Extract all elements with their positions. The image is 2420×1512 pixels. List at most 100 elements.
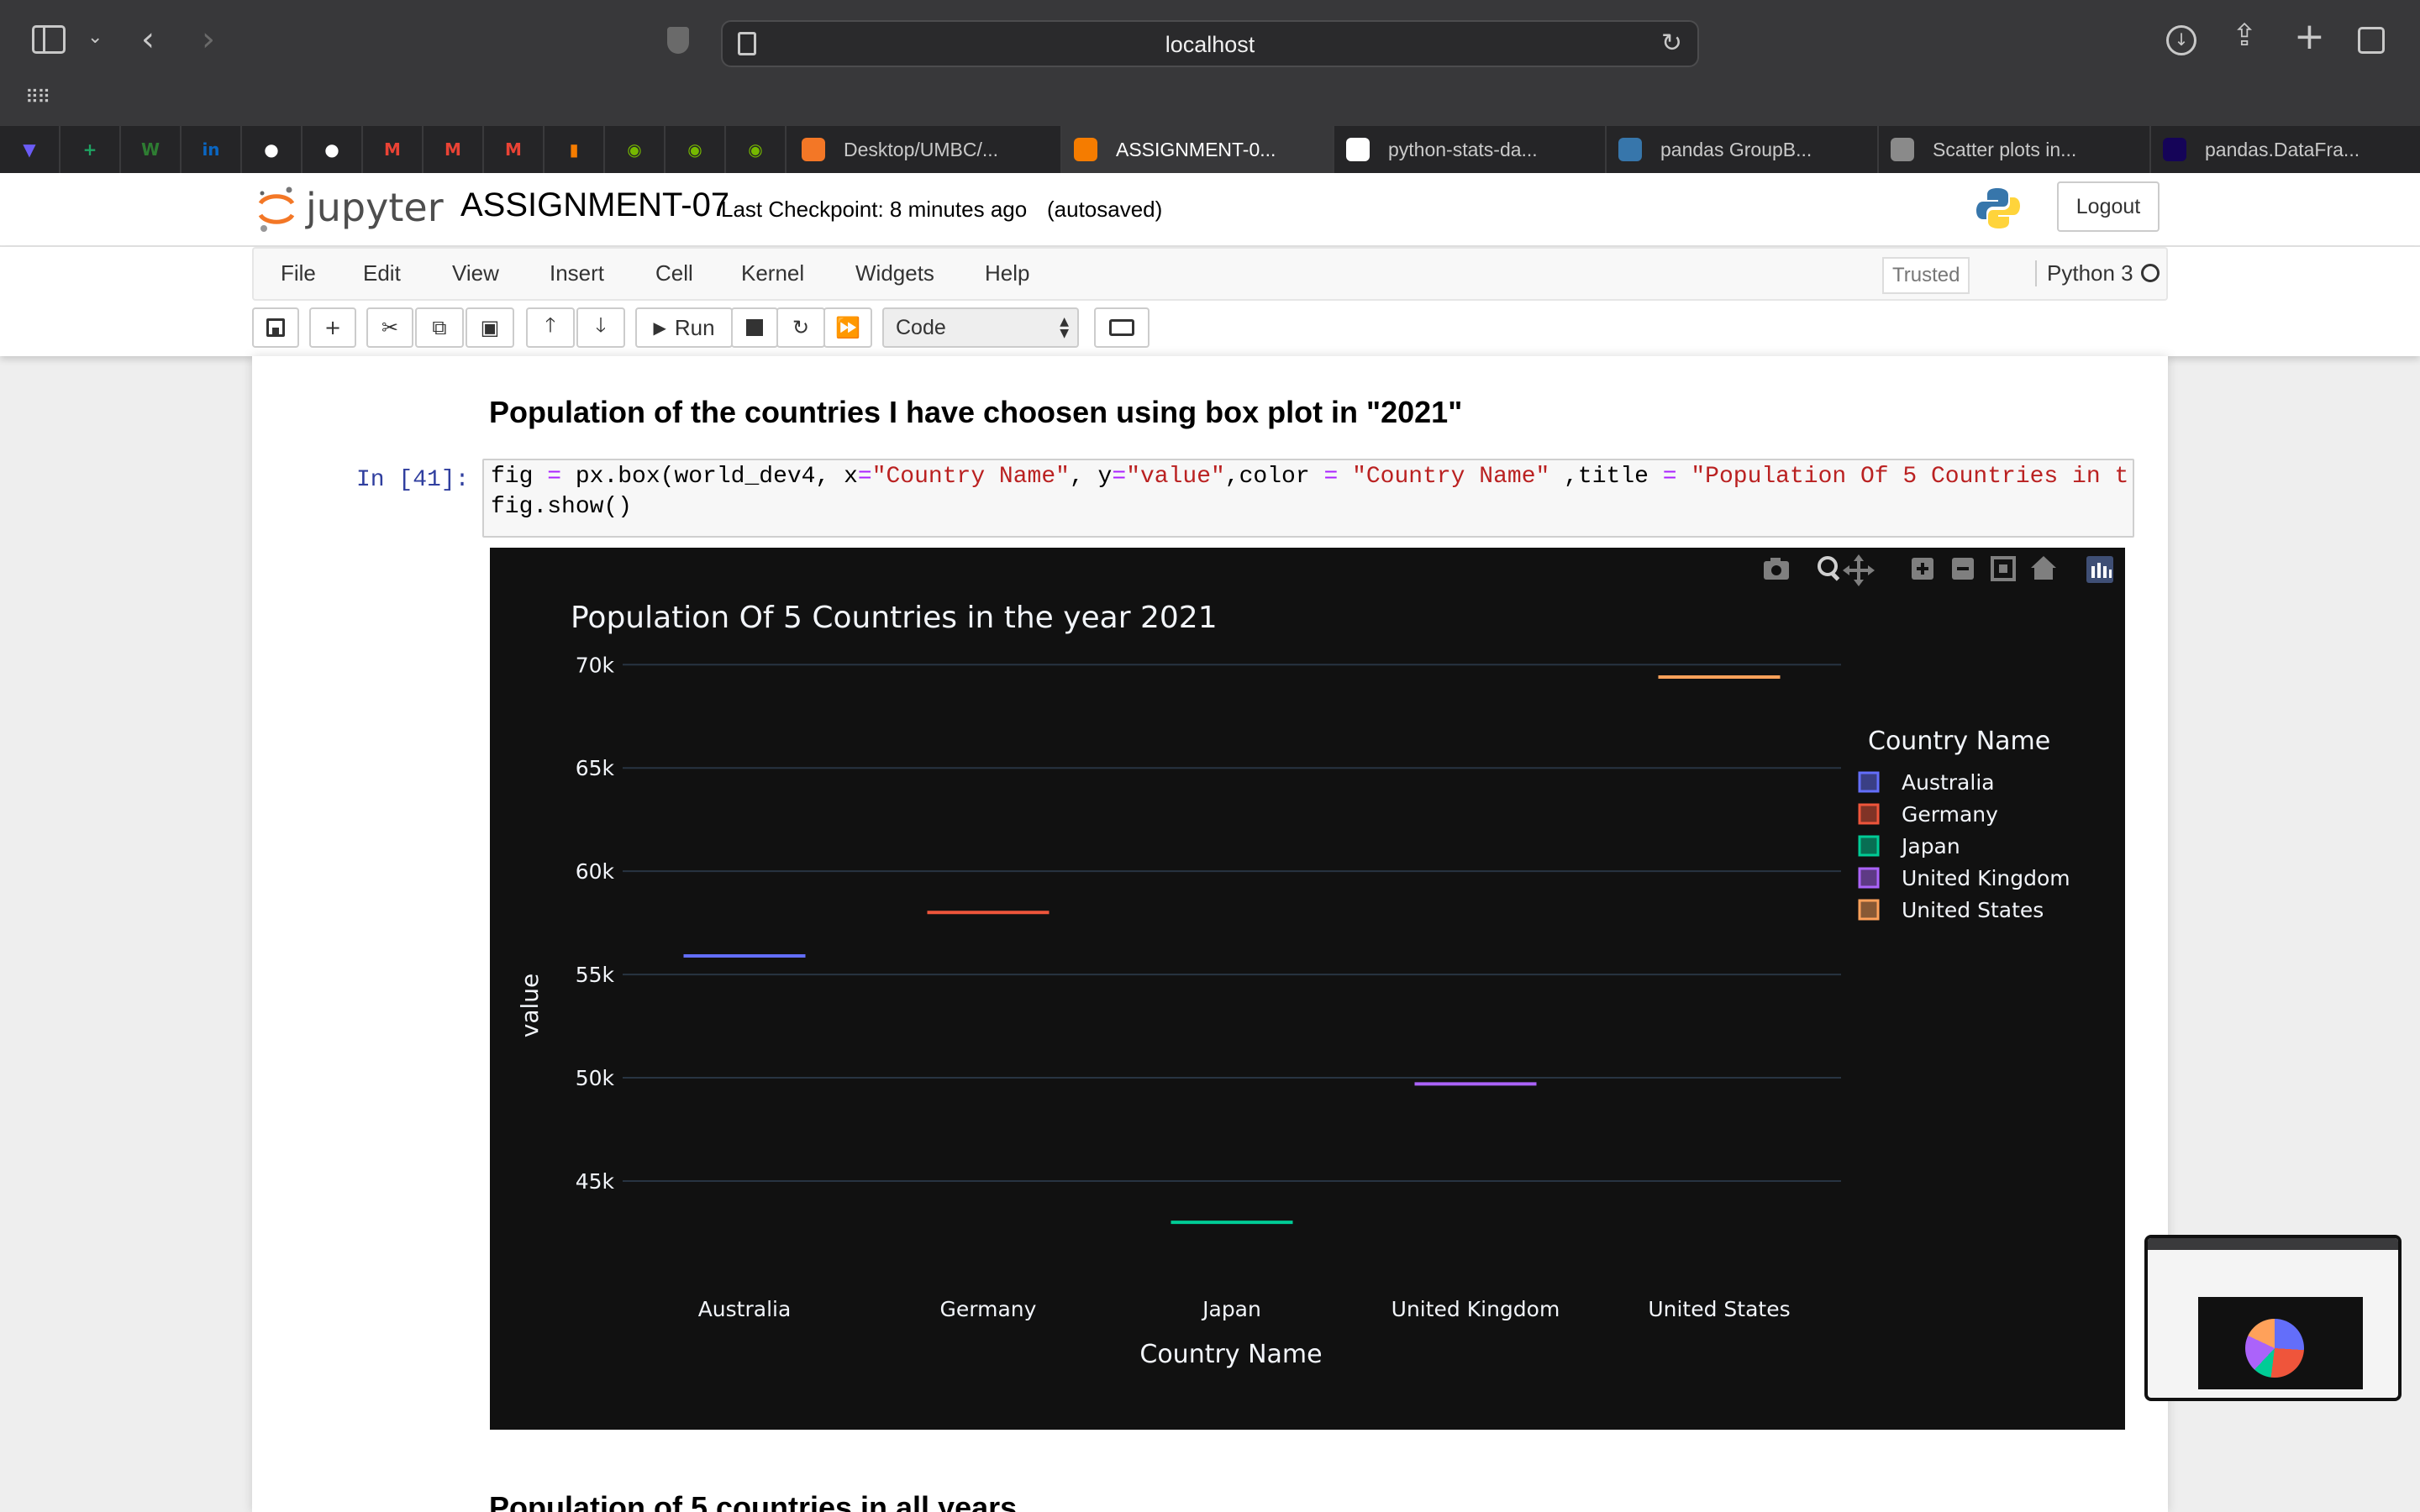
legend-label: Japan bbox=[1900, 834, 1960, 858]
code-line-2[interactable]: fig.show() bbox=[491, 494, 632, 520]
share-icon[interactable]: ⇪ bbox=[2232, 18, 2257, 53]
sidebar-toggle-icon[interactable] bbox=[32, 25, 66, 54]
browser-tab[interactable]: python-stats-da... bbox=[1334, 126, 1607, 173]
legend-item[interactable]: Australia bbox=[1858, 770, 1995, 795]
back-icon[interactable]: ‹ bbox=[141, 20, 155, 59]
legend-item[interactable]: United Kingdom bbox=[1858, 866, 2070, 890]
restart-button[interactable]: ↻ bbox=[776, 307, 825, 348]
nvidia-icon: ◉ bbox=[748, 139, 763, 160]
fast-forward-icon: ⏩ bbox=[835, 316, 860, 339]
notebook-title[interactable]: ASSIGNMENT-07 bbox=[460, 186, 729, 224]
chart-legend[interactable]: Country Name Australia Germany Japan United… bbox=[1858, 727, 2070, 922]
pinned-tab[interactable]: W bbox=[121, 126, 182, 173]
grid-icon[interactable]: ⠿⠿ bbox=[25, 87, 50, 108]
menu-view[interactable]: View bbox=[452, 260, 499, 286]
autoscale-icon[interactable] bbox=[1991, 556, 2016, 581]
autosave-status: (autosaved) bbox=[1047, 197, 1163, 222]
box-series[interactable] bbox=[683, 675, 1781, 1225]
command-palette-button[interactable] bbox=[1094, 307, 1150, 348]
box-plot-chart[interactable]: Population Of 5 Countries in the year 20… bbox=[490, 548, 2125, 1430]
code-line-1[interactable]: fig = px.box(world_dev4, x="Country Name… bbox=[491, 464, 2128, 490]
pinned-tab[interactable]: ▼ bbox=[0, 126, 60, 173]
menu-file[interactable]: File bbox=[281, 260, 316, 286]
pinned-tab[interactable]: ● bbox=[302, 126, 363, 173]
menu-help[interactable]: Help bbox=[985, 260, 1029, 286]
interrupt-button[interactable] bbox=[731, 307, 778, 348]
x-axis-title: Country Name bbox=[1139, 1340, 1322, 1369]
reload-icon[interactable]: ↻ bbox=[1661, 29, 1682, 58]
chart-title: Population Of 5 Countries in the year 20… bbox=[571, 601, 1218, 635]
zoom-icon[interactable] bbox=[1818, 556, 1840, 581]
w-icon: W bbox=[140, 139, 160, 160]
trusted-badge[interactable]: Trusted bbox=[1882, 257, 1970, 294]
next-markdown-heading: Population of 5 countries in all years bbox=[489, 1490, 1018, 1512]
shield-icon[interactable] bbox=[667, 27, 689, 54]
run-button[interactable]: ▶ Run bbox=[635, 307, 733, 348]
gmail-icon: M bbox=[445, 139, 461, 160]
plot-modebar bbox=[1764, 554, 2113, 586]
browser-tab[interactable]: pandas.DataFra... bbox=[2151, 126, 2420, 173]
tab-overview-icon[interactable] bbox=[2358, 27, 2385, 54]
move-up-button[interactable]: 🡑 bbox=[526, 307, 575, 348]
cut-button[interactable]: ✂ bbox=[366, 307, 413, 348]
menubar: File Edit View Insert Cell Kernel Widget… bbox=[252, 247, 2168, 301]
legend-item[interactable]: Japan bbox=[1858, 834, 1960, 858]
browser-tab[interactable]: Desktop/UMBC/... bbox=[790, 126, 1062, 173]
pip-preview-window[interactable] bbox=[2144, 1235, 2402, 1401]
pinned-tab[interactable]: M bbox=[484, 126, 544, 173]
pinned-tab[interactable]: M bbox=[363, 126, 424, 173]
plotly-figure[interactable]: Population Of 5 Countries in the year 20… bbox=[490, 548, 2125, 1430]
pinned-tab[interactable]: ▮ bbox=[544, 126, 605, 173]
legend-label: United Kingdom bbox=[1902, 866, 2070, 890]
plus-icon: + bbox=[324, 316, 342, 339]
insert-cell-button[interactable]: + bbox=[309, 307, 356, 348]
jupyter-logo-icon[interactable] bbox=[257, 185, 296, 234]
menu-insert[interactable]: Insert bbox=[550, 260, 604, 286]
restart-run-all-button[interactable]: ⏩ bbox=[823, 307, 872, 348]
address-bar[interactable]: localhost ↻ bbox=[721, 20, 1699, 67]
pinned-tab[interactable]: ◉ bbox=[605, 126, 666, 173]
plotly-logo-icon[interactable] bbox=[2086, 556, 2113, 583]
save-button[interactable] bbox=[252, 307, 299, 348]
url-text: localhost bbox=[1165, 32, 1255, 57]
zoom-in-icon[interactable] bbox=[1912, 558, 1933, 580]
gmail-icon: M bbox=[505, 139, 522, 160]
jupyter-brand[interactable]: jupyter bbox=[306, 185, 444, 230]
y-axis-title: value bbox=[516, 974, 544, 1037]
paste-button[interactable]: ▣ bbox=[466, 307, 514, 348]
nvidia-icon: ◉ bbox=[687, 139, 702, 160]
download-icon[interactable]: ↓ bbox=[2166, 25, 2196, 55]
logout-button[interactable]: Logout bbox=[2057, 181, 2160, 232]
copy-button[interactable]: ⧉ bbox=[415, 307, 464, 348]
browser-tab[interactable]: Scatter plots in... bbox=[1879, 126, 2151, 173]
pinned-tab[interactable]: ● bbox=[242, 126, 302, 173]
menu-widgets[interactable]: Widgets bbox=[855, 260, 934, 286]
sheets-icon: + bbox=[82, 139, 97, 160]
pan-icon[interactable] bbox=[1843, 554, 1875, 586]
code-editor[interactable]: fig = px.box(world_dev4, x="Country Name… bbox=[482, 459, 2134, 538]
chevron-down-icon[interactable]: ⌄ bbox=[87, 27, 103, 48]
browser-tab-label: pandas.DataFra... bbox=[2205, 138, 2360, 160]
home-icon[interactable] bbox=[2031, 556, 2056, 580]
pinned-tab[interactable]: M bbox=[424, 126, 484, 173]
pinned-tab[interactable]: + bbox=[60, 126, 121, 173]
legend-item[interactable]: Germany bbox=[1858, 802, 1998, 827]
menu-kernel[interactable]: Kernel bbox=[741, 260, 804, 286]
kernel-name[interactable]: Python 3 bbox=[2035, 260, 2133, 286]
save-icon bbox=[266, 318, 285, 337]
menu-edit[interactable]: Edit bbox=[363, 260, 401, 286]
new-tab-icon[interactable]: + bbox=[2294, 15, 2325, 58]
pinned-tab[interactable]: in bbox=[182, 126, 242, 173]
y-axis-ticks: 45k 50k 55k 60k 65k 70k bbox=[576, 653, 615, 1194]
browser-tab[interactable]: pandas GroupB... bbox=[1607, 126, 1879, 173]
camera-icon[interactable] bbox=[1764, 558, 1789, 580]
cell-type-select[interactable]: Code ▲ ▼ bbox=[882, 307, 1079, 348]
browser-tab[interactable]: ASSIGNMENT-0... bbox=[1062, 126, 1334, 173]
pinned-tab[interactable]: ◉ bbox=[666, 126, 726, 173]
menu-cell[interactable]: Cell bbox=[655, 260, 693, 286]
move-down-button[interactable]: 🡓 bbox=[576, 307, 625, 348]
zoom-out-icon[interactable] bbox=[1952, 558, 1974, 580]
legend-item[interactable]: United States bbox=[1858, 898, 2044, 922]
pinned-tab[interactable]: ◉ bbox=[726, 126, 786, 173]
legend-label: United States bbox=[1902, 898, 2044, 922]
